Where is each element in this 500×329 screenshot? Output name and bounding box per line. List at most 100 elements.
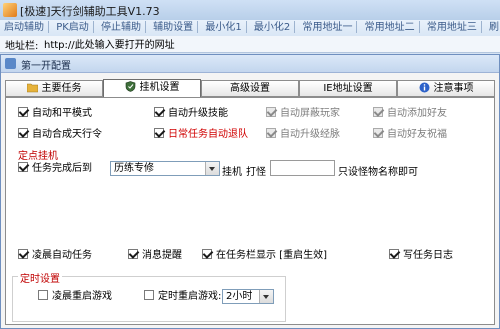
checkbox-box: [38, 290, 48, 300]
after-task-complete-checkbox[interactable]: 任务完成后到: [18, 162, 92, 175]
tab-label: 高级设置: [230, 83, 270, 94]
checkbox-label: 定时重启游戏:: [158, 291, 222, 302]
menu-assist-settings[interactable]: 辅助设置: [149, 20, 197, 35]
restart-interval-select[interactable]: 2小时: [222, 289, 274, 304]
menu-common-address-3[interactable]: 常用地址三: [423, 20, 481, 35]
menu-separator: [48, 21, 49, 33]
address-label: 地址栏:: [5, 41, 39, 52]
tab-label: 挂机设置: [139, 82, 180, 93]
location-select-value: 历练专修: [114, 163, 154, 174]
auto-peace-mode-checkbox[interactable]: 自动和平模式: [18, 107, 92, 120]
message-reminder-checkbox[interactable]: 消息提醒: [128, 249, 182, 262]
dawn-auto-task-checkbox[interactable]: 凌晨自动任务: [18, 249, 92, 262]
checkbox-label: 凌晨自动任务: [32, 250, 92, 261]
tab-label: IE地址设置: [323, 83, 373, 94]
checkbox-box: [373, 128, 383, 138]
monster-hint-text: 只设怪物名称即可: [338, 167, 418, 178]
menu-separator: [480, 21, 482, 33]
dialog-title-bar: 第一开配置: [1, 55, 499, 73]
auto-block-players-checkbox[interactable]: 自动屏蔽玩家: [266, 107, 340, 120]
menu-separator: [356, 21, 358, 33]
checkbox-box: [266, 107, 276, 117]
menu-common-address-2[interactable]: 常用地址二: [361, 20, 419, 35]
shield-icon: [125, 80, 135, 92]
checkbox-box: [389, 249, 399, 259]
window-title: [极速]天行剑辅助工具V1.73: [20, 5, 160, 18]
checkbox-box: [128, 249, 138, 259]
checkbox-box: [144, 290, 154, 300]
checkbox-label: 自动合成天行令: [32, 129, 102, 140]
daily-task-auto-leave-team-checkbox[interactable]: 日常任务自动退队: [154, 128, 248, 141]
tab-bar: 主要任务 挂机设置 高级设置 IE地址设置 注意事项: [5, 79, 495, 98]
tab-label: 主要任务: [41, 83, 82, 94]
dialog-title: 第一开配置: [21, 61, 71, 72]
menu-stop-assist[interactable]: 停止辅助: [97, 20, 145, 35]
menu-minimize-1[interactable]: 最小化1: [201, 20, 245, 35]
tab-advanced-settings[interactable]: 高级设置: [201, 80, 299, 97]
checkbox-box: [373, 107, 383, 117]
address-input[interactable]: [44, 37, 484, 50]
checkbox-label: 自动屏蔽玩家: [280, 108, 340, 119]
menu-bar: 启动辅助 PK启动 停止辅助 辅助设置 最小化1 最小化2 常用地址一 常用地址…: [0, 20, 500, 37]
tab-main-tasks[interactable]: 主要任务: [5, 80, 103, 97]
checkbox-label: 消息提醒: [142, 250, 182, 261]
auto-friend-blessing-checkbox[interactable]: 自动好友祝福: [373, 128, 447, 141]
chevron-down-icon: [205, 162, 219, 175]
address-bar: 地址栏:: [0, 36, 500, 53]
tab-label: 注意事项: [433, 83, 474, 94]
checkbox-label: 日常任务自动退队: [168, 129, 248, 140]
write-task-log-checkbox[interactable]: 写任务日志: [389, 249, 453, 262]
title-bar: [极速]天行剑辅助工具V1.73: [0, 0, 500, 21]
tab-ie-address-settings[interactable]: IE地址设置: [299, 80, 397, 97]
menu-start-assist[interactable]: 启动辅助: [0, 20, 48, 35]
checkbox-label: 自动好友祝福: [387, 129, 447, 140]
auto-compose-token-checkbox[interactable]: 自动合成天行令: [18, 128, 102, 141]
checkbox-box: [154, 107, 164, 117]
tab-notes[interactable]: 注意事项: [397, 80, 495, 97]
auto-upgrade-meridians-checkbox[interactable]: 自动升级经脉: [266, 128, 340, 141]
menu-refresh[interactable]: 刷: [485, 20, 500, 35]
checkbox-box: [18, 107, 28, 117]
timer-group-title: 定时设置: [18, 270, 62, 285]
dialog-icon: [5, 58, 16, 69]
checkbox-label: 自动升级经脉: [280, 129, 340, 140]
checkbox-label: 写任务日志: [403, 250, 453, 261]
menu-separator: [197, 21, 199, 33]
menu-separator: [144, 21, 146, 33]
checkbox-box: [202, 249, 212, 259]
timed-restart-game-checkbox[interactable]: 定时重启游戏:: [144, 290, 222, 303]
menu-common-address-1[interactable]: 常用地址一: [298, 20, 356, 35]
info-icon: [419, 82, 429, 92]
checkbox-box: [18, 128, 28, 138]
config-dialog: 第一开配置 主要任务 挂机设置 高级设置 IE地址设置 注意事项 自动和平模式 …: [0, 54, 500, 329]
checkbox-box: [266, 128, 276, 138]
monster-name-input[interactable]: [270, 160, 335, 176]
app-icon: [3, 3, 17, 17]
chevron-down-icon: [259, 290, 273, 303]
checkbox-label: 任务完成后到: [32, 163, 92, 174]
checkbox-label: 自动和平模式: [32, 108, 92, 119]
checkbox-label: 在任务栏显示 [重启生效]: [216, 250, 327, 261]
tab-hang-settings[interactable]: 挂机设置: [103, 79, 201, 98]
auto-upgrade-skills-checkbox[interactable]: 自动升级技能: [154, 107, 228, 120]
checkbox-box: [18, 249, 28, 259]
hang-label: 挂机: [222, 167, 242, 178]
menu-pk-start[interactable]: PK启动: [52, 20, 93, 35]
checkbox-label: 自动升级技能: [168, 108, 228, 119]
restart-interval-value: 2小时: [226, 291, 253, 302]
menu-separator: [92, 21, 94, 33]
folder-icon: [26, 83, 38, 92]
dawn-restart-game-checkbox[interactable]: 凌晨重启游戏: [38, 290, 112, 303]
fixed-point-group-title: 定点挂机: [16, 147, 60, 162]
show-in-taskbar-checkbox[interactable]: 在任务栏显示 [重启生效]: [202, 249, 327, 262]
hang-settings-panel: 自动和平模式 自动升级技能 自动屏蔽玩家 自动添加好友 自动合成天行令 日常任务…: [5, 97, 495, 325]
auto-add-friends-checkbox[interactable]: 自动添加好友: [373, 107, 447, 120]
fight-label: 打怪: [246, 167, 266, 178]
menu-separator: [418, 21, 420, 33]
checkbox-label: 自动添加好友: [387, 108, 447, 119]
checkbox-box: [154, 128, 164, 138]
checkbox-box: [18, 162, 28, 172]
checkbox-label: 凌晨重启游戏: [52, 291, 112, 302]
menu-minimize-2[interactable]: 最小化2: [250, 20, 294, 35]
location-select[interactable]: 历练专修: [110, 161, 220, 176]
